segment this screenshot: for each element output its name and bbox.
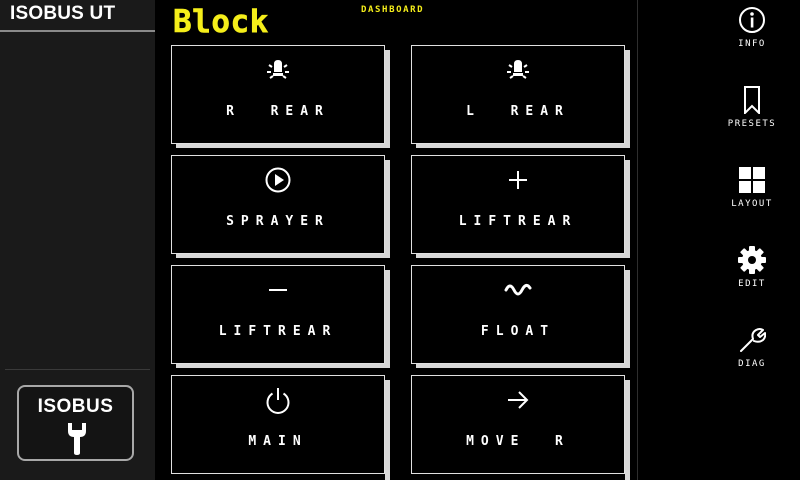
tile-label: L REAR [466,104,570,119]
tile-liftrear-up[interactable]: LIFTREAR [411,155,625,254]
work-light-icon [507,60,529,79]
tile-shadow [625,50,630,148]
tile-shadow [416,254,630,258]
tile-float[interactable]: FLOAT [411,265,625,364]
left-panel: ISOBUS UT ISOBUS [0,0,155,480]
tile-shadow [176,144,390,148]
tile-main[interactable]: MAIN [171,375,385,474]
tile-shadow [416,364,630,368]
edit-button[interactable]: EDIT [712,246,792,310]
tile-shadow [385,380,390,480]
isobus-button[interactable]: ISOBUS [17,385,134,461]
right-panel-divider [637,0,638,480]
play-circle-icon [265,167,291,193]
presets-button[interactable]: PRESETS [712,86,792,150]
tile-shadow [385,270,390,368]
tile-label: MAIN [248,434,308,449]
page-title: Block [173,4,269,41]
tile-shadow [625,380,630,480]
tile-label: R REAR [226,104,330,119]
diag-button[interactable]: DIAG [712,326,792,390]
float-wave-icon [504,283,532,296]
tile-l-rear[interactable]: L REAR [411,45,625,144]
minus-icon [269,289,287,291]
tile-r-rear[interactable]: R REAR [171,45,385,144]
dashboard-label: DASHBOARD [361,5,425,15]
layout-button[interactable]: LAYOUT [712,166,792,230]
tile-label: SPRAYER [226,214,330,229]
app-title: ISOBUS UT [10,3,116,24]
work-light-icon [267,60,289,79]
info-icon [739,7,765,33]
tile-label: LIFTREAR [458,214,578,229]
panel-divider [5,369,150,370]
gear-icon [738,246,766,274]
info-button[interactable]: INFO [712,6,792,70]
tile-label: LIFTREAR [218,324,338,339]
tile-shadow [176,364,390,368]
tile-shadow [385,50,390,148]
presets-label: PRESETS [727,119,777,129]
tile-shadow [176,254,390,258]
diag-label: DIAG [738,359,766,369]
isobus-button-label: ISOBUS [37,396,114,417]
layout-label: LAYOUT [731,199,773,209]
tile-move-r[interactable]: MOVE R [411,375,625,474]
grid-icon [739,167,765,193]
bookmark-icon [744,86,760,114]
tile-label: FLOAT [480,324,556,339]
edit-label: EDIT [738,279,766,289]
tile-shadow [416,144,630,148]
info-label: INFO [738,39,766,49]
tile-shadow [385,160,390,258]
power-icon [266,388,290,414]
wrench-icon [740,328,766,352]
arrow-right-icon [508,391,529,409]
plus-icon [509,171,527,189]
tile-sprayer[interactable]: SPRAYER [171,155,385,254]
tile-label: MOVE R [466,434,570,449]
tile-shadow [625,270,630,368]
tile-liftrear-down[interactable]: LIFTREAR [171,265,385,364]
isobus-wrench-icon [68,423,86,455]
tile-shadow [625,160,630,258]
title-divider [0,30,155,32]
